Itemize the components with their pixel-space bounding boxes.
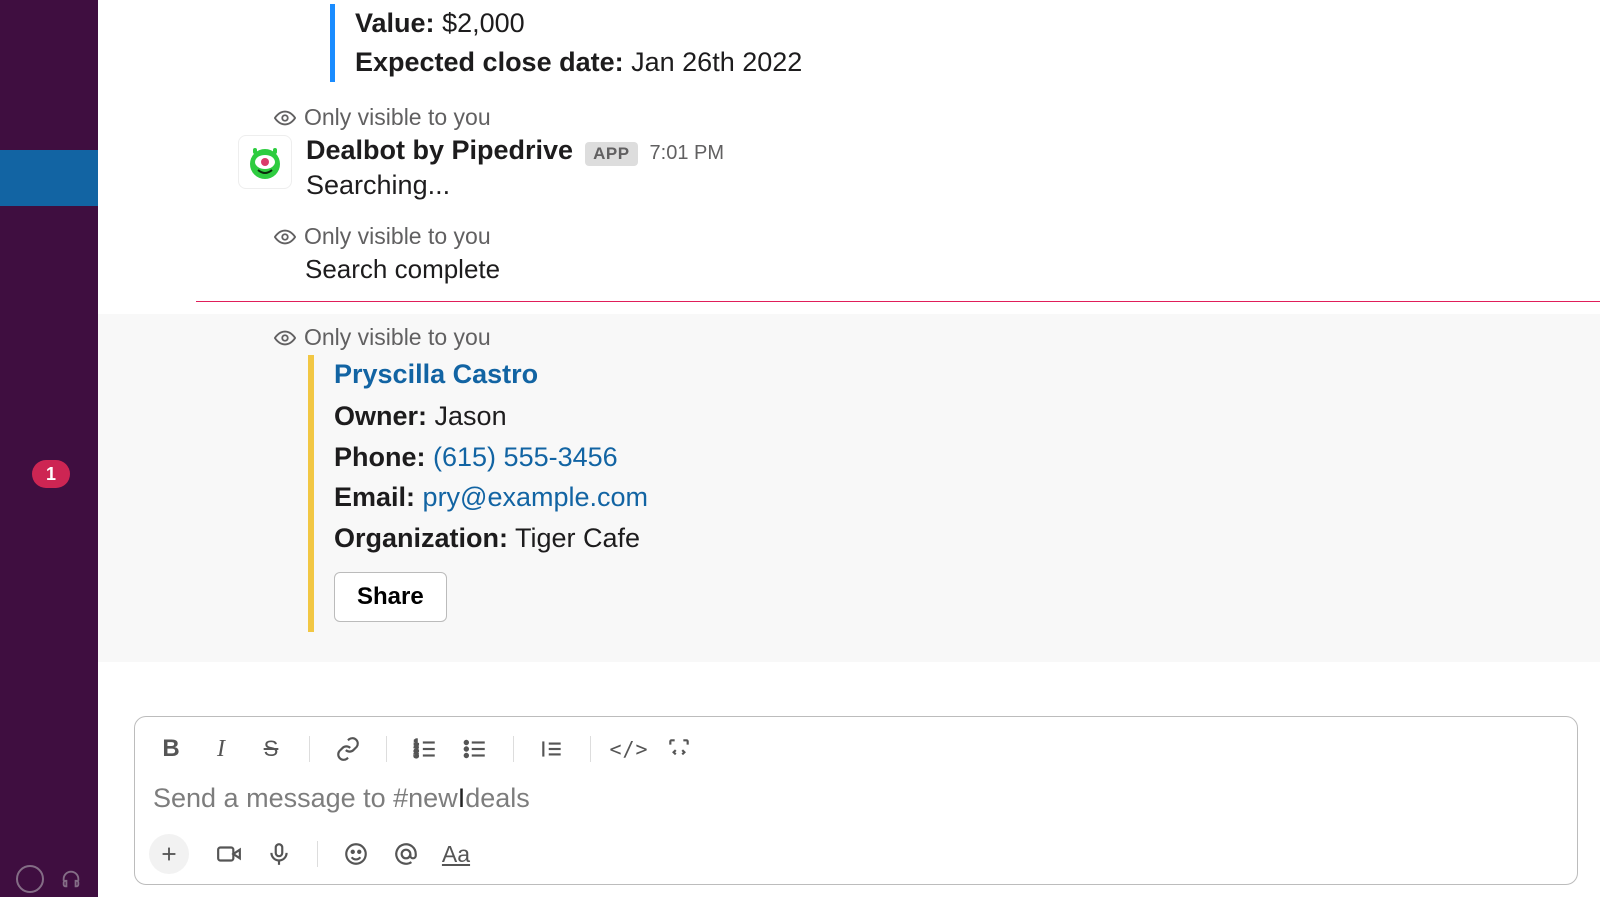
deal-close-label: Expected close date: — [355, 47, 624, 77]
org-value: Tiger Cafe — [515, 523, 640, 553]
bullet-list-button[interactable] — [459, 733, 491, 765]
presence-avatar[interactable] — [16, 865, 44, 893]
video-button[interactable] — [213, 838, 245, 870]
email-label: Email: — [334, 482, 415, 512]
format-toggle-button[interactable]: Aa — [440, 838, 472, 870]
plus-icon — [158, 843, 180, 865]
placeholder-pre: Send a message to #new — [153, 783, 458, 813]
ephemeral-label: Only visible to you — [274, 223, 1600, 250]
toolbar-divider — [513, 736, 514, 762]
ephemeral-label: Only visible to you — [274, 324, 1600, 351]
phone-link[interactable]: (615) 555-3456 — [433, 442, 618, 472]
emoji-icon — [343, 841, 369, 867]
blockquote-icon — [539, 736, 565, 762]
eye-icon — [274, 107, 296, 129]
org-label: Organization: — [334, 523, 508, 553]
link-icon — [335, 736, 361, 762]
notification-badge[interactable]: 1 — [32, 460, 70, 488]
contact-card: Pryscilla Castro Owner: Jason Phone: (61… — [308, 355, 1580, 632]
deal-close: Jan 26th 2022 — [631, 47, 802, 77]
audio-button[interactable] — [263, 838, 295, 870]
bot-sender-name[interactable]: Dealbot by Pipedrive — [306, 135, 573, 166]
contact-name[interactable]: Pryscilla Castro — [334, 359, 1580, 390]
ordered-list-icon: 123 — [412, 736, 438, 762]
microphone-icon — [266, 841, 292, 867]
mention-button[interactable] — [390, 838, 422, 870]
new-message-divider — [196, 301, 1600, 302]
bullet-list-icon — [462, 736, 488, 762]
workspace-sidebar: 1 — [0, 0, 98, 897]
headphones-icon[interactable] — [60, 868, 82, 890]
owner-value: Jason — [435, 401, 507, 431]
ephemeral-text: Only visible to you — [304, 104, 491, 131]
searching-text: Searching... — [306, 170, 724, 201]
email-link[interactable]: pry@example.com — [423, 482, 648, 512]
sidebar-selected-item[interactable] — [0, 150, 98, 206]
deal-attachment: Value: $2,000 Expected close date: Jan 2… — [330, 4, 1600, 82]
strike-button[interactable]: S — [255, 733, 287, 765]
deal-value-label: Value: — [355, 8, 435, 38]
app-badge: APP — [585, 142, 637, 166]
link-button[interactable] — [332, 733, 364, 765]
toolbar-divider — [590, 736, 591, 762]
message-composer: B I S 123 — [134, 716, 1578, 885]
ordered-list-button[interactable]: 123 — [409, 733, 441, 765]
emoji-button[interactable] — [340, 838, 372, 870]
eye-icon — [274, 226, 296, 248]
deal-value: $2,000 — [442, 8, 525, 38]
eye-icon — [274, 327, 296, 349]
phone-label: Phone: — [334, 442, 426, 472]
bold-button[interactable]: B — [155, 733, 187, 765]
attach-button[interactable] — [149, 834, 189, 874]
toolbar-divider — [386, 736, 387, 762]
code-block-button[interactable] — [663, 733, 695, 765]
ephemeral-label: Only visible to you — [274, 104, 1600, 131]
video-icon — [216, 841, 242, 867]
bot-avatar[interactable] — [238, 135, 292, 189]
mention-icon — [393, 841, 419, 867]
format-toolbar: B I S 123 — [149, 729, 1563, 775]
italic-button[interactable]: I — [205, 733, 237, 765]
code-button[interactable]: </> — [613, 733, 645, 765]
placeholder-post: deals — [465, 783, 530, 813]
toolbar-divider — [317, 841, 318, 867]
toolbar-divider — [309, 736, 310, 762]
svg-text:3: 3 — [414, 751, 418, 760]
composer-input[interactable]: Send a message to #newIdeals — [149, 775, 1563, 830]
message-time: 7:01 PM — [650, 142, 724, 165]
code-block-icon — [666, 736, 692, 762]
composer-bottom-row: Aa — [149, 830, 1563, 874]
search-complete-text: Search complete — [305, 254, 1600, 285]
blockquote-button[interactable] — [536, 733, 568, 765]
ephemeral-text: Only visible to you — [304, 324, 491, 351]
share-button[interactable]: Share — [334, 572, 447, 622]
ephemeral-text: Only visible to you — [304, 223, 491, 250]
owner-label: Owner: — [334, 401, 427, 431]
dealbot-icon — [245, 142, 285, 182]
